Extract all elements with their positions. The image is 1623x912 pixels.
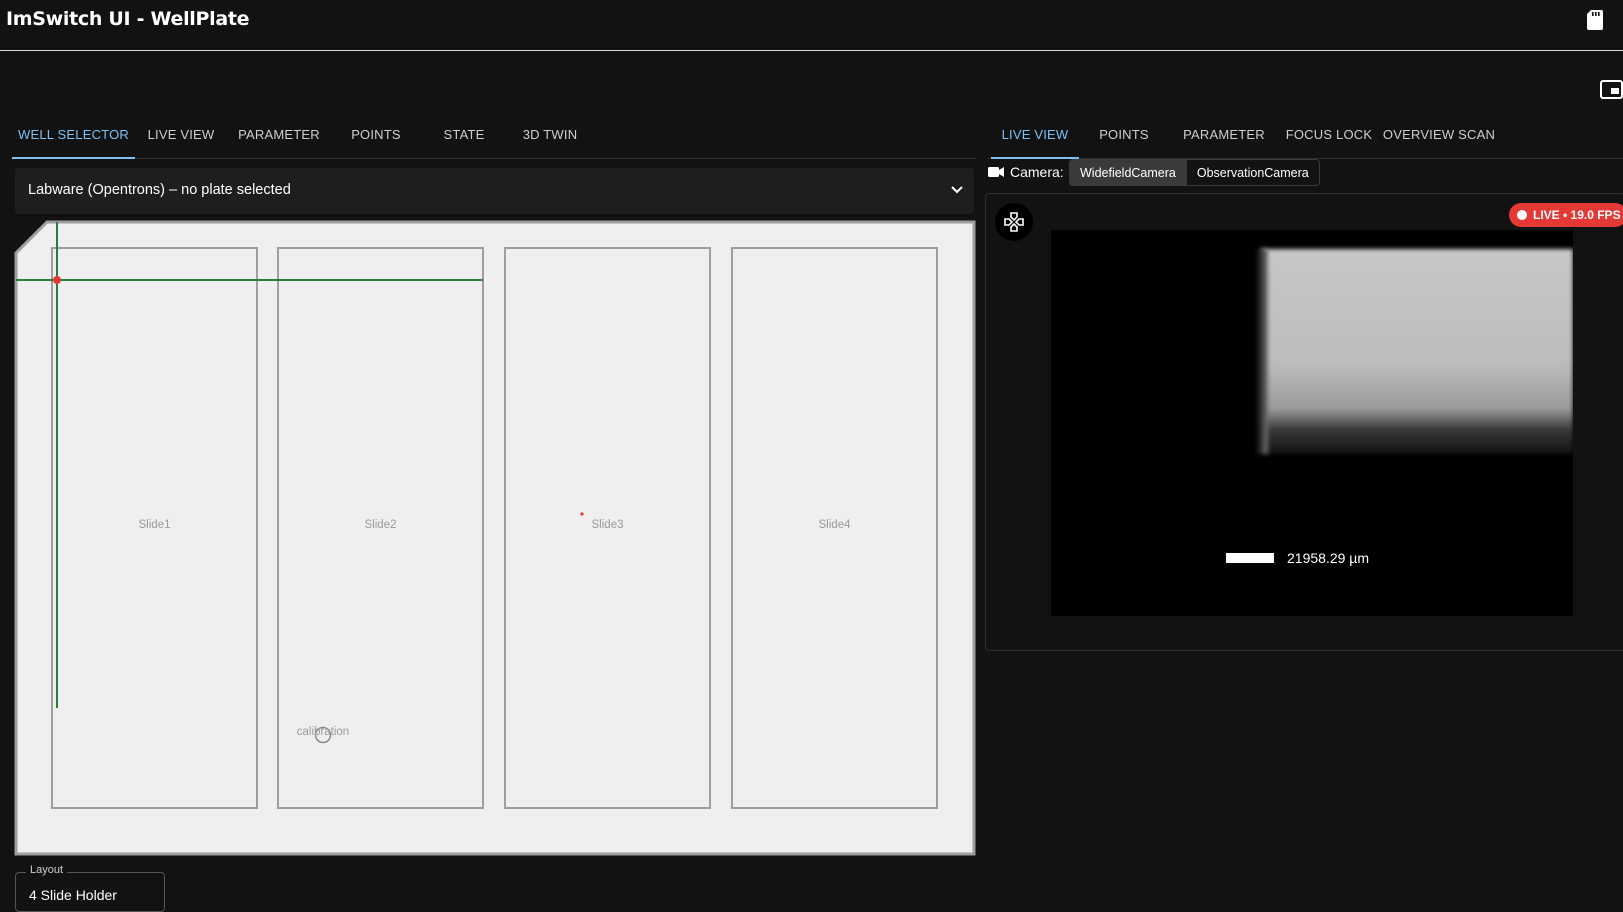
layout-value: 4 Slide Holder	[29, 887, 117, 903]
calibration-label: calibration	[297, 726, 349, 738]
app-title: ImSwitch UI - WellPlate	[6, 8, 250, 30]
scale-bar-label: 21958.29 µm	[1287, 550, 1370, 566]
app-bar: ImSwitch UI - WellPlate	[0, 0, 1623, 51]
tab-live-view[interactable]: LIVE VIEW	[135, 111, 227, 158]
tab-state[interactable]: STATE	[421, 111, 507, 158]
live-dot-icon	[1517, 210, 1527, 220]
tab-parameter-right[interactable]: PARAMETER	[1169, 111, 1279, 158]
sample-edge	[1256, 249, 1268, 454]
tab-well-selector[interactable]: WELL SELECTOR	[12, 111, 135, 159]
gamepad-icon	[1004, 212, 1024, 232]
live-view-panel: LIVE • 19.0 FPS 21958.29 µm	[985, 193, 1623, 651]
camera-selector: Camera: WidefieldCamera ObservationCamer…	[988, 159, 1623, 187]
camera-feed[interactable]: 21958.29 µm	[1051, 230, 1573, 616]
slide-4-label: Slide4	[819, 519, 852, 531]
well-plate-map[interactable]: Slide1 Slide2 Slide3 Slide4 calibration	[14, 220, 976, 856]
layout-legend: Layout	[26, 864, 68, 876]
camera-toggle-group: WidefieldCamera ObservationCamera	[1069, 159, 1320, 186]
target-point-marker	[580, 512, 584, 516]
tab-3d-twin[interactable]: 3D TWIN	[507, 111, 593, 158]
tab-focus-lock[interactable]: FOCUS LOCK	[1279, 111, 1379, 158]
sd-card-icon[interactable]	[1587, 10, 1603, 30]
live-fps-badge: LIVE • 19.0 FPS	[1509, 203, 1623, 227]
slide-1-label: Slide1	[139, 519, 171, 531]
widefield-camera-button[interactable]: WidefieldCamera	[1070, 160, 1186, 185]
slide-3-label: Slide3	[592, 519, 624, 531]
left-tab-bar: WELL SELECTOR LIVE VIEW PARAMETER POINTS…	[12, 111, 976, 159]
sample-image-region	[1261, 249, 1573, 454]
slide-2-label: Slide2	[365, 519, 397, 531]
camera-label: Camera:	[1010, 164, 1064, 180]
labware-title: Labware (Opentrons) – no plate selected	[28, 182, 291, 198]
videocam-icon	[988, 167, 1004, 177]
tab-live-view-right[interactable]: LIVE VIEW	[991, 111, 1079, 159]
chevron-down-icon[interactable]	[950, 185, 964, 195]
scale-bar	[1226, 553, 1274, 563]
tab-points-right[interactable]: POINTS	[1079, 111, 1169, 158]
tab-parameter[interactable]: PARAMETER	[227, 111, 331, 158]
labware-accordion[interactable]: Labware (Opentrons) – no plate selected	[15, 168, 974, 214]
tab-points[interactable]: POINTS	[331, 111, 421, 158]
right-tab-bar: LIVE VIEW POINTS PARAMETER FOCUS LOCK OV…	[988, 111, 1623, 159]
layout-select[interactable]: Layout 4 Slide Holder	[15, 864, 165, 912]
plate-outline	[14, 220, 976, 856]
picture-in-picture-icon[interactable]	[1600, 80, 1623, 100]
live-fps-text: LIVE • 19.0 FPS	[1533, 208, 1621, 222]
joystick-button[interactable]	[995, 203, 1033, 241]
observation-camera-button[interactable]: ObservationCamera	[1185, 160, 1319, 185]
current-position-marker	[53, 276, 61, 284]
tab-overview-scan[interactable]: OVERVIEW SCAN	[1379, 111, 1499, 158]
